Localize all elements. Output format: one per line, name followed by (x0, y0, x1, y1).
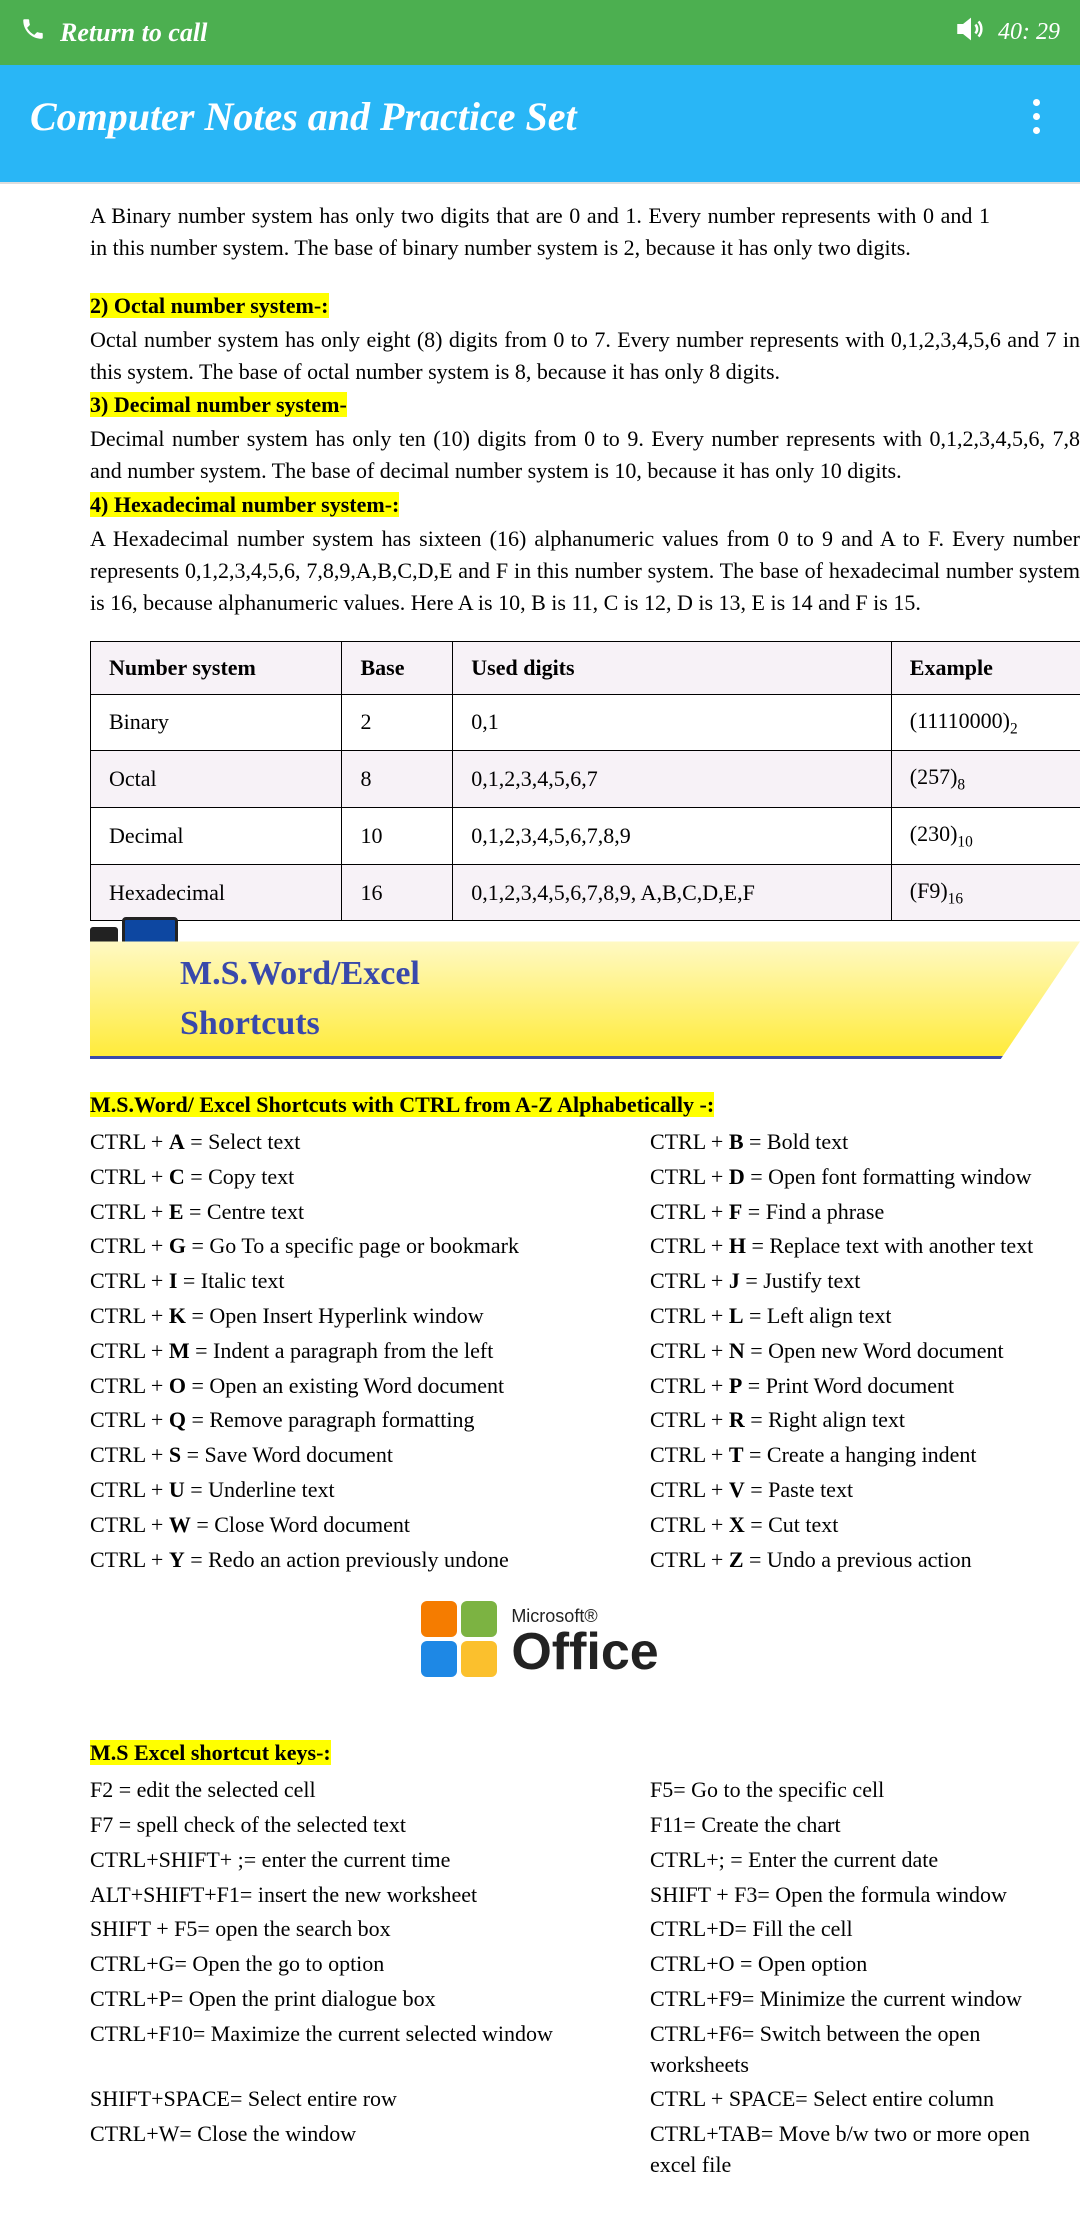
shortcut-row: CTRL + W = Close Word documentCTRL + X =… (0, 1508, 1080, 1543)
decimal-heading: 3) Decimal number system- (90, 392, 347, 417)
table-row: Octal80,1,2,3,4,5,6,7(257)8 (91, 751, 1080, 808)
th-digits: Used digits (453, 641, 892, 694)
shortcut-row: CTRL + E = Centre textCTRL + F = Find a … (0, 1195, 1080, 1230)
app-title-bar: Computer Notes and Practice Set (0, 65, 1080, 184)
call-timer: 40: 29 (998, 19, 1060, 46)
shortcut-row: SHIFT + F5= open the search boxCTRL+D= F… (0, 1912, 1080, 1947)
speaker-icon[interactable] (956, 14, 986, 51)
document-content: A Binary number system has only two digi… (0, 184, 1080, 2213)
hex-heading: 4) Hexadecimal number system-: (90, 492, 399, 517)
binary-intro: A Binary number system has only two digi… (0, 194, 1080, 284)
ms-office-logo: Microsoft® Office (0, 1601, 1080, 1677)
excel-shortcuts-heading: M.S Excel shortcut keys-: (90, 1737, 990, 1769)
th-ns: Number system (91, 641, 342, 694)
shortcut-row: CTRL+F10= Maximize the current selected … (0, 2017, 1080, 2083)
call-return-bar[interactable]: Return to call 40: 29 (0, 0, 1080, 65)
decimal-text: Decimal number system has only ten (10) … (90, 423, 1080, 487)
octal-text: Octal number system has only eight (8) d… (90, 324, 1080, 388)
overflow-menu-icon[interactable] (1023, 99, 1050, 134)
th-example: Example (891, 641, 1080, 694)
shortcut-row: CTRL + O = Open an existing Word documen… (0, 1369, 1080, 1404)
shortcut-row: CTRL + K = Open Insert Hyperlink windowC… (0, 1299, 1080, 1334)
shortcut-row: CTRL + I = Italic textCTRL + J = Justify… (0, 1264, 1080, 1299)
shortcut-row: SHIFT+SPACE= Select entire rowCTRL + SPA… (0, 2082, 1080, 2117)
shortcut-row: CTRL + U = Underline textCTRL + V = Past… (0, 1473, 1080, 1508)
phone-icon (20, 16, 46, 49)
octal-section: 2) Octal number system-: Octal number sy… (0, 284, 1080, 627)
shortcut-row: ALT+SHIFT+F1= insert the new worksheetSH… (0, 1878, 1080, 1913)
shortcut-row: CTRL+W= Close the windowCTRL+TAB= Move b… (0, 2117, 1080, 2183)
number-system-table: Number system Base Used digits Example B… (90, 641, 1080, 922)
octal-heading: 2) Octal number system-: (90, 293, 329, 318)
shortcut-row: F2 = edit the selected cellF5= Go to the… (0, 1773, 1080, 1808)
table-row: Decimal100,1,2,3,4,5,6,7,8,9(230)10 (91, 808, 1080, 865)
shortcut-row: CTRL + M = Indent a paragraph from the l… (0, 1334, 1080, 1369)
office-squares-icon (421, 1601, 497, 1677)
page-title: Computer Notes and Practice Set (30, 93, 1023, 140)
office-label: Office (511, 1629, 658, 1676)
shortcut-row: F7 = spell check of the selected textF11… (0, 1808, 1080, 1843)
banner-title: M.S.Word/Excel Shortcuts (90, 941, 1080, 1059)
return-to-call-label: Return to call (60, 18, 956, 48)
th-base: Base (342, 641, 453, 694)
table-row: Binary20,1(11110000)2 (91, 694, 1080, 751)
shortcut-row: CTRL+P= Open the print dialogue boxCTRL+… (0, 1982, 1080, 2017)
shortcut-row: CTRL + Q = Remove paragraph formattingCT… (0, 1403, 1080, 1438)
shortcut-row: CTRL + S = Save Word documentCTRL + T = … (0, 1438, 1080, 1473)
table-row: Hexadecimal160,1,2,3,4,5,6,7,8,9, A,B,C,… (91, 864, 1080, 921)
shortcut-row: CTRL + A = Select textCTRL + B = Bold te… (0, 1125, 1080, 1160)
word-shortcuts-heading: M.S.Word/ Excel Shortcuts with CTRL from… (90, 1089, 990, 1121)
hex-text: A Hexadecimal number system has sixteen … (90, 523, 1080, 619)
shortcut-row: CTRL + G = Go To a specific page or book… (0, 1229, 1080, 1264)
shortcut-row: CTRL+G= Open the go to optionCTRL+O = Op… (0, 1947, 1080, 1982)
shortcut-row: CTRL + Y = Redo an action previously und… (0, 1543, 1080, 1578)
shortcut-row: CTRL+SHIFT+ ;= enter the current timeCTR… (0, 1843, 1080, 1878)
shortcuts-banner: M.S.Word/Excel Shortcuts (90, 941, 1080, 1059)
shortcut-row: CTRL + C = Copy textCTRL + D = Open font… (0, 1160, 1080, 1195)
